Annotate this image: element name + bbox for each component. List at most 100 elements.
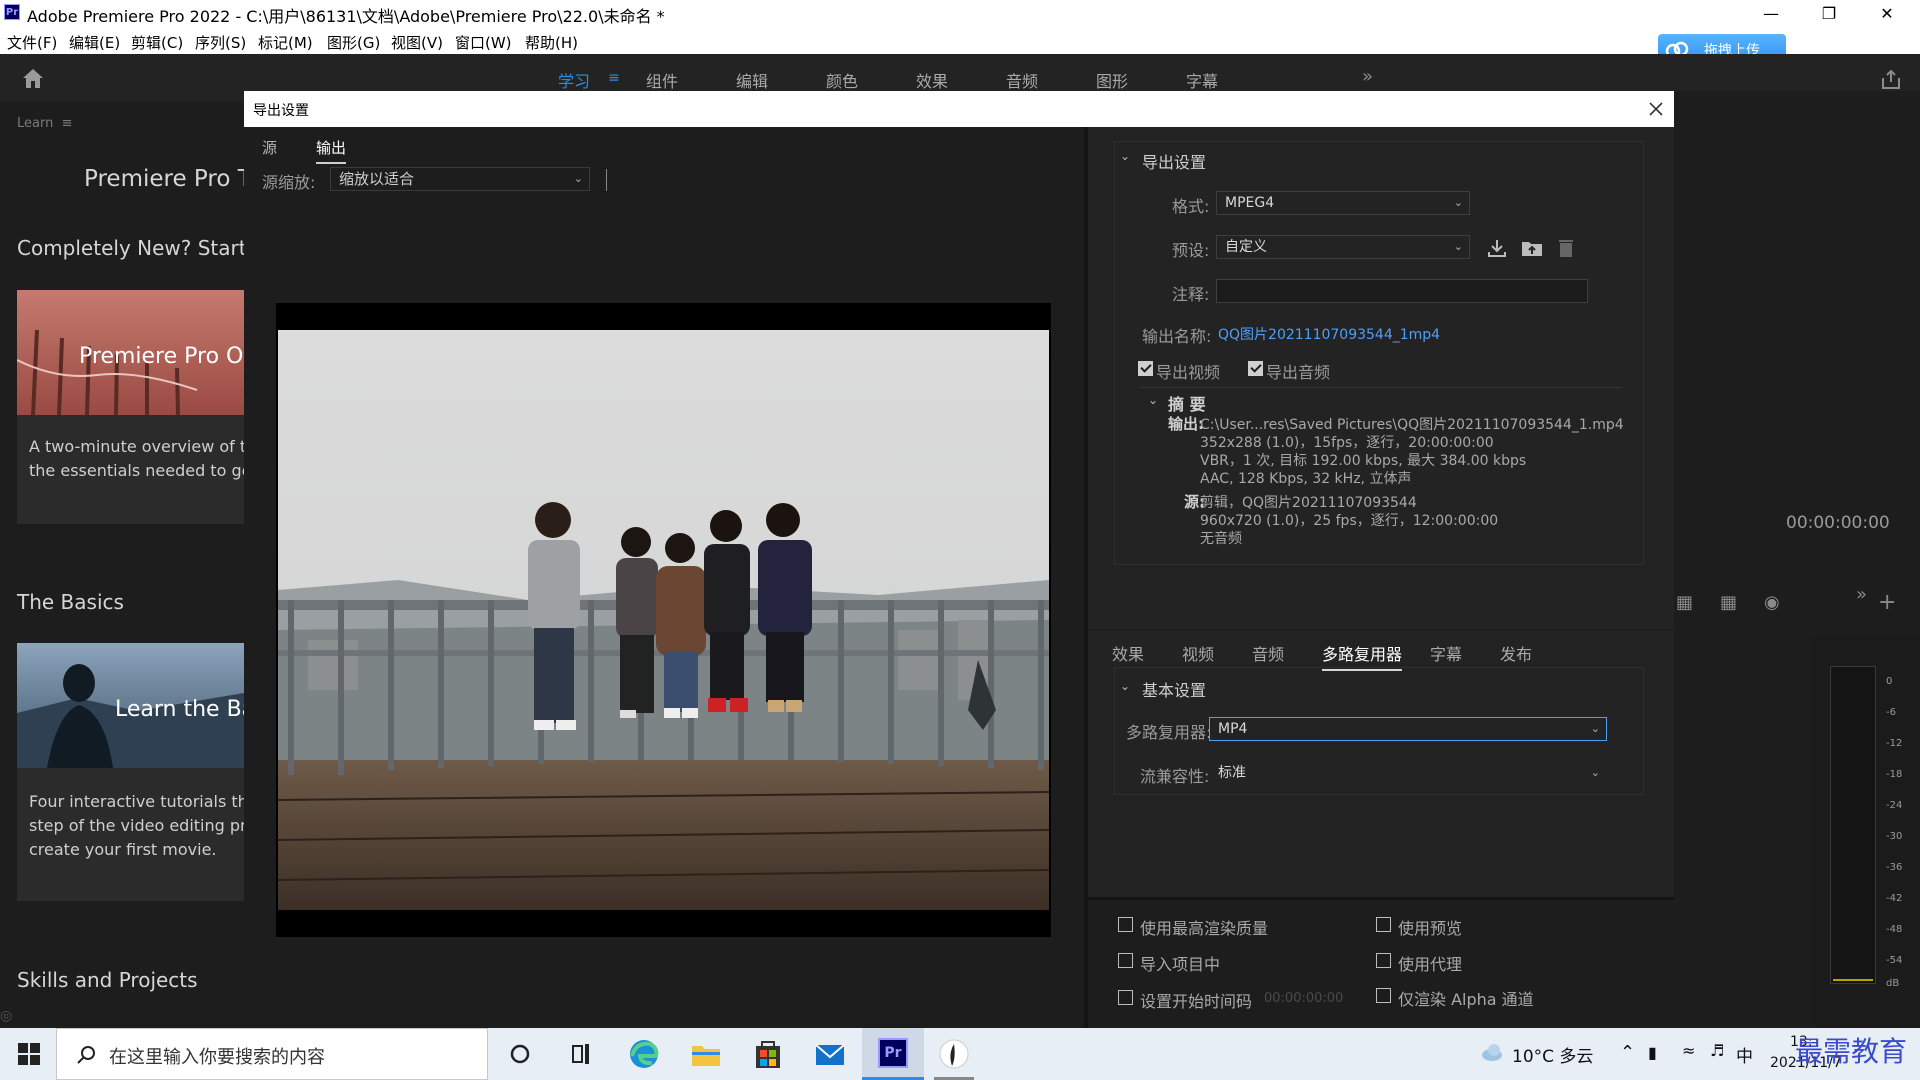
workspace-graphics[interactable]: 图形 [1096, 68, 1128, 92]
format-select[interactable]: MPEG4 ⌄ [1216, 191, 1470, 215]
workspace-assembly[interactable]: 组件 [646, 68, 678, 92]
file-explorer-icon[interactable] [686, 1036, 726, 1072]
cortana-icon[interactable] [500, 1036, 540, 1072]
preview-frame [277, 330, 1050, 910]
use-proxy-label: 使用代理 [1398, 955, 1463, 974]
menu-sequence[interactable]: 序列(S) [195, 32, 246, 53]
import-into-project-label: 导入项目中 [1140, 955, 1221, 974]
export-video-label: 导出视频 [1156, 363, 1221, 382]
summary-output-line: 352x288 (1.0)，15fps，逐行，20:00:00:00 [1200, 435, 1494, 451]
menu-marker[interactable]: 标记(M) [258, 32, 313, 53]
chevron-down-icon[interactable]: ⌄ [1148, 393, 1158, 407]
menu-file[interactable]: 文件(F) [7, 32, 57, 53]
tutorial-desc-1: Four interactive tutorials tha [29, 792, 244, 811]
edge-icon[interactable] [624, 1036, 664, 1072]
dialog-header: 导出设置 [244, 91, 1674, 127]
weather-text[interactable]: 10°C 多云 [1512, 1042, 1593, 1067]
more-workspaces-icon[interactable]: » [1362, 66, 1373, 87]
output-name-link[interactable]: QQ图片20211107093544_1mp4 [1218, 324, 1440, 344]
premiere-logo-icon: Pr [4, 4, 20, 20]
extract-icon[interactable]: ▦ [1720, 592, 1737, 613]
use-proxy-checkbox[interactable] [1376, 953, 1391, 968]
learn-tab[interactable]: Learn ≡ [17, 116, 73, 131]
premiere-taskbar-button[interactable]: Pr [862, 1028, 924, 1080]
store-icon[interactable] [748, 1036, 788, 1072]
import-preset-icon[interactable] [1520, 237, 1544, 259]
menu-bar: 文件(F) 编辑(E) 剪辑(C) 序列(S) 标记(M) 图形(G) 视图(V… [0, 28, 1920, 54]
comment-input[interactable] [1216, 279, 1588, 303]
chevron-down-icon: ⌄ [1453, 240, 1463, 253]
menu-edit[interactable]: 编辑(E) [69, 32, 120, 53]
taskbar-search[interactable]: 在这里输入你要搜索的内容 [56, 1028, 488, 1080]
camera-icon[interactable]: ◉ [1764, 592, 1780, 613]
export-video-checkbox[interactable] [1138, 361, 1153, 376]
home-icon[interactable] [20, 66, 46, 90]
chevron-down-icon: ⌄ [1590, 766, 1600, 779]
minimize-button[interactable]: — [1742, 0, 1800, 28]
use-preview-checkbox[interactable] [1376, 917, 1391, 932]
task-view-icon[interactable] [561, 1036, 601, 1072]
tab-video[interactable]: 视频 [1182, 641, 1214, 665]
watermark-logo: 最需教育 [1795, 1035, 1908, 1068]
add-icon[interactable]: + [1878, 590, 1896, 615]
save-preset-icon[interactable] [1486, 237, 1508, 259]
workspace-editing[interactable]: 编辑 [736, 68, 768, 92]
wifi-icon[interactable]: ≈ [1682, 1041, 1695, 1060]
tab-captions[interactable]: 字幕 [1430, 641, 1462, 665]
preset-select[interactable]: 自定义 ⌄ [1216, 235, 1470, 259]
workspace-audio[interactable]: 音频 [1006, 68, 1038, 92]
windows-start-icon[interactable] [18, 1043, 40, 1065]
mail-icon[interactable] [810, 1036, 850, 1072]
tab-source[interactable]: 源 [262, 137, 277, 158]
volume-icon[interactable]: ♬ [1710, 1041, 1724, 1060]
stream-compat-select[interactable]: 标准 ⌄ [1209, 761, 1607, 785]
ime-indicator[interactable]: 中 [1736, 1042, 1753, 1067]
start-timecode-checkbox[interactable] [1118, 990, 1133, 1005]
menu-help[interactable]: 帮助(H) [525, 32, 578, 53]
menu-graphics[interactable]: 图形(G) [327, 32, 380, 53]
workspace-learn[interactable]: 学习 [558, 68, 590, 92]
search-icon [75, 1044, 97, 1066]
tutorial-card-overview[interactable]: Premiere Pro Ov A two-minute overview of… [17, 290, 244, 524]
workspace-menu-icon[interactable]: ≡ [608, 70, 620, 86]
max-render-quality-checkbox[interactable] [1118, 917, 1133, 932]
meter-label: -48 [1886, 924, 1903, 935]
tab-effects[interactable]: 效果 [1112, 641, 1144, 665]
workspace-color[interactable]: 颜色 [826, 68, 858, 92]
restore-button[interactable]: ❐ [1800, 0, 1858, 28]
export-audio-checkbox[interactable] [1248, 361, 1263, 376]
alpha-only-checkbox[interactable] [1376, 988, 1391, 1003]
tab-output[interactable]: 输出 [316, 137, 347, 164]
menu-view[interactable]: 视图(V) [391, 32, 443, 53]
tab-audio[interactable]: 音频 [1252, 641, 1284, 665]
more-icon[interactable]: » [1856, 584, 1867, 605]
menu-window[interactable]: 窗口(W) [455, 32, 512, 53]
meter-label: -6 [1886, 707, 1896, 718]
import-into-project-checkbox[interactable] [1118, 953, 1133, 968]
battery-icon[interactable]: ▮ [1648, 1043, 1657, 1062]
section-the-basics: The Basics [17, 590, 124, 614]
close-window-button[interactable]: ✕ [1858, 0, 1916, 28]
tab-publish[interactable]: 发布 [1500, 641, 1532, 665]
lift-icon[interactable]: ▦ [1676, 592, 1693, 613]
meter-label: -18 [1886, 769, 1903, 780]
close-icon[interactable] [1644, 97, 1668, 121]
meter-label: -42 [1886, 893, 1903, 904]
multiplexer-select[interactable]: MP4 ⌄ [1209, 717, 1607, 741]
workspace-effects[interactable]: 效果 [916, 68, 948, 92]
tutorial-card-basics[interactable]: Learn the Ba Four interactive tutorials … [17, 643, 244, 901]
window-title: Adobe Premiere Pro 2022 - C:\用户\86131\文档… [27, 7, 665, 26]
cloud-weather-icon[interactable] [1480, 1042, 1504, 1062]
share-icon[interactable] [1880, 68, 1902, 90]
app-icon[interactable] [934, 1036, 974, 1072]
meter-label: -24 [1886, 800, 1903, 811]
chevron-up-icon[interactable]: ⌃ [1620, 1042, 1635, 1063]
chevron-down-icon[interactable]: ⌄ [1120, 149, 1130, 163]
multiplexer-label: 多路复用器: [1126, 723, 1212, 742]
menu-clip[interactable]: 剪辑(C) [131, 32, 183, 53]
source-scaling-select[interactable]: 缩放以适合 ⌄ [330, 167, 590, 191]
chevron-down-icon[interactable]: ⌄ [1120, 679, 1130, 693]
export-settings-header: 导出设置 [1142, 153, 1207, 172]
workspace-captions[interactable]: 字幕 [1186, 68, 1218, 92]
delete-preset-icon[interactable] [1556, 237, 1576, 259]
